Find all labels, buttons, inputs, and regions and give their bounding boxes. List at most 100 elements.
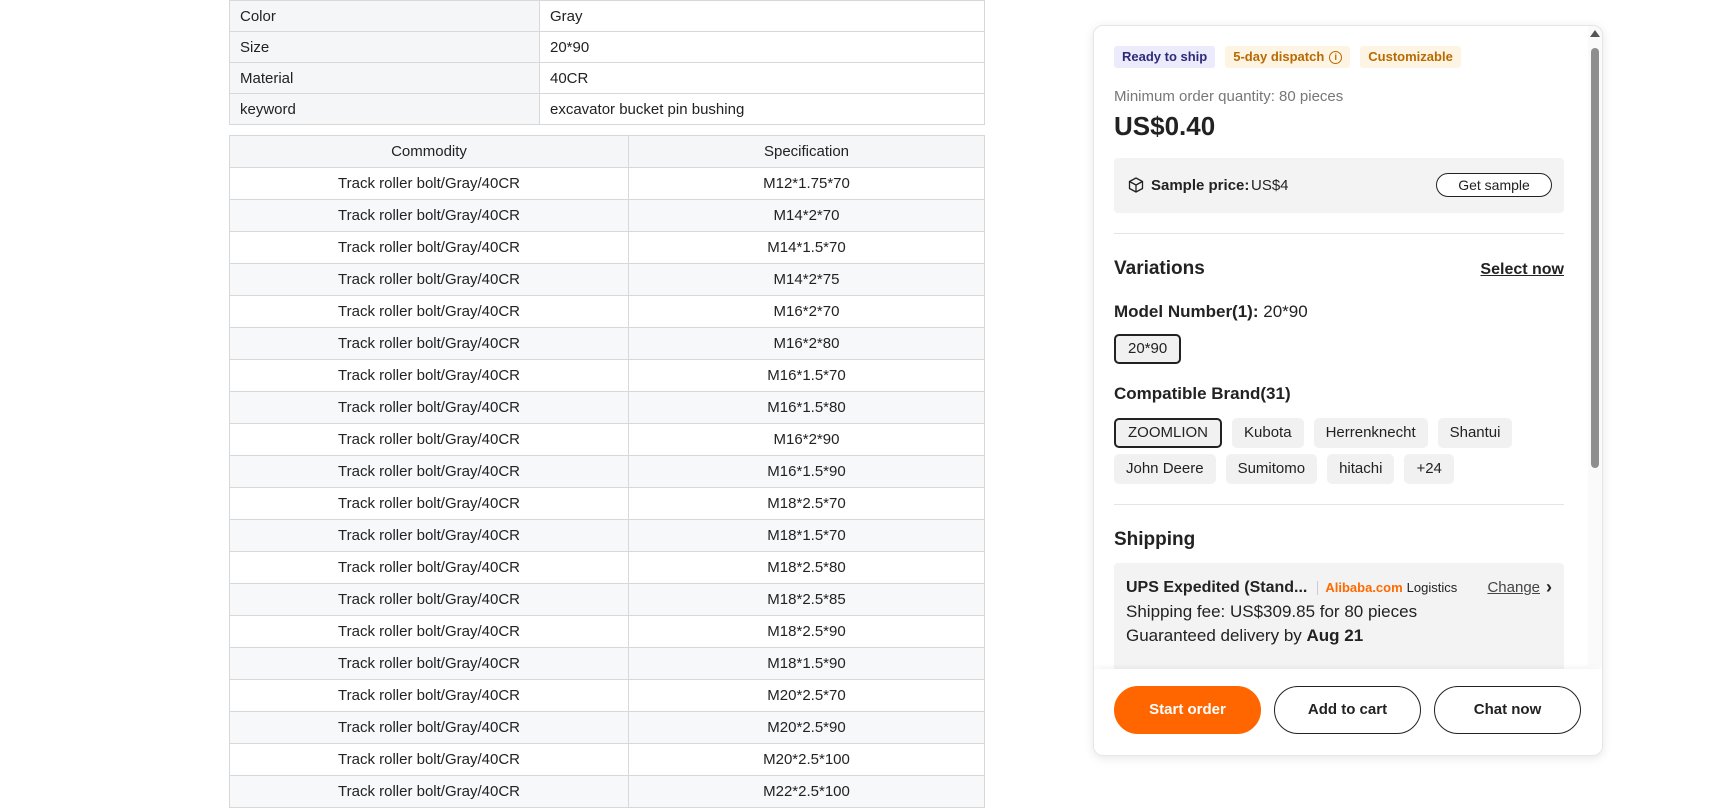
add-to-cart-button[interactable]: Add to cart (1274, 686, 1421, 734)
brand-option-chip[interactable]: John Deere (1114, 454, 1216, 484)
commodity-cell: Track roller bolt/Gray/40CR (229, 327, 629, 360)
commodity-cell: Track roller bolt/Gray/40CR (229, 615, 629, 648)
specification-cell: M16*2*70 (628, 295, 985, 328)
table-row: Track roller bolt/Gray/40CR M16*1.5*70 (229, 359, 985, 392)
brand-option-chip[interactable]: Kubota (1232, 418, 1304, 448)
delivery-guarantee: Guaranteed delivery by Aug 21 (1126, 626, 1552, 646)
start-order-button[interactable]: Start order (1114, 686, 1261, 734)
panel-scrollbar[interactable] (1588, 26, 1602, 666)
brand-option-chip[interactable]: ZOOMLION (1114, 418, 1223, 448)
table-row: Track roller bolt/Gray/40CR M20*2.5*90 (229, 711, 985, 744)
specification-cell: M18*2.5*70 (628, 487, 985, 520)
brand-option-chip[interactable]: Herrenknecht (1313, 418, 1428, 448)
attribute-key: Color (229, 0, 540, 32)
commodity-cell: Track roller bolt/Gray/40CR (229, 231, 629, 264)
table-row: Track roller bolt/Gray/40CR M14*1.5*70 (229, 231, 985, 264)
attribute-value: excavator bucket pin bushing (539, 93, 985, 125)
divider (1114, 504, 1564, 505)
variations-title: Variations (1114, 258, 1205, 279)
table-row: Track roller bolt/Gray/40CR M18*2.5*85 (229, 583, 985, 616)
select-now-link[interactable]: Select now (1480, 261, 1564, 279)
column-header-specification: Specification (628, 135, 985, 168)
specification-cell: M14*1.5*70 (628, 231, 985, 264)
model-option-chip[interactable]: 20*90 (1114, 334, 1182, 364)
logistics-label: Logistics (1406, 580, 1458, 595)
attribute-value: Gray (539, 0, 985, 32)
commodity-cell: Track roller bolt/Gray/40CR (229, 647, 629, 680)
commodity-cell: Track roller bolt/Gray/40CR (229, 455, 629, 488)
change-shipping-link[interactable]: Change (1487, 579, 1540, 596)
scroll-up-arrow-icon[interactable] (1590, 30, 1600, 37)
chat-now-button[interactable]: Chat now (1434, 686, 1581, 734)
commodity-cell: Track roller bolt/Gray/40CR (229, 295, 629, 328)
specification-table: Commodity Specification Track roller bol… (229, 135, 985, 808)
commodity-cell: Track roller bolt/Gray/40CR (229, 167, 629, 200)
model-number-title: Model Number(1): (1114, 302, 1259, 321)
attribute-row: Color Gray (229, 0, 985, 32)
specification-cell: M20*2.5*70 (628, 679, 985, 712)
divider (1114, 233, 1564, 234)
column-header-commodity: Commodity (229, 135, 629, 168)
commodity-cell: Track roller bolt/Gray/40CR (229, 423, 629, 456)
minimum-order-quantity: Minimum order quantity: 80 pieces (1114, 88, 1344, 105)
specification-cell: M16*2*80 (628, 327, 985, 360)
specification-cell: M14*2*70 (628, 199, 985, 232)
badge-row: Ready to ship 5-day dispatch i Customiza… (1114, 46, 1564, 68)
shipping-method: UPS Expedited (Stand... (1126, 578, 1308, 596)
shipping-fee: Shipping fee: US$309.85 for 80 pieces (1126, 602, 1418, 621)
brand-options: ZOOMLION Kubota Herrenknecht Shantui John De… (1114, 418, 1564, 484)
commodity-cell: Track roller bolt/Gray/40CR (229, 711, 629, 744)
separator (1317, 580, 1319, 595)
brand-option-chip[interactable]: Shantui (1437, 418, 1513, 448)
purchase-panel-content: Ready to ship 5-day dispatch i Customiza… (1114, 46, 1564, 673)
table-header-row: Commodity Specification (229, 135, 985, 168)
table-row: Track roller bolt/Gray/40CR M16*2*80 (229, 327, 985, 360)
commodity-cell: Track roller bolt/Gray/40CR (229, 583, 629, 616)
chevron-right-icon[interactable]: › (1546, 577, 1552, 598)
table-row: Track roller bolt/Gray/40CR M22*2.5*100 (229, 775, 985, 808)
specification-cell: M12*1.75*70 (628, 167, 985, 200)
shipping-box: UPS Expedited (Stand... Alibaba.com Logi… (1114, 563, 1564, 673)
specification-cell: M18*2.5*80 (628, 551, 985, 584)
get-sample-button[interactable]: Get sample (1436, 173, 1552, 197)
attribute-row: Size 20*90 (229, 31, 985, 63)
specification-cell: M18*1.5*70 (628, 519, 985, 552)
table-row: Track roller bolt/Gray/40CR M18*2.5*90 (229, 615, 985, 648)
attribute-key: keyword (229, 93, 540, 125)
specification-cell: M16*1.5*80 (628, 391, 985, 424)
delivery-date: Aug 21 (1306, 626, 1364, 645)
variations-header: Variations Select now (1114, 258, 1564, 280)
commodity-cell: Track roller bolt/Gray/40CR (229, 487, 629, 520)
brand-option-chip[interactable]: hitachi (1327, 454, 1395, 484)
info-icon[interactable]: i (1329, 50, 1343, 64)
brand-option-chip[interactable]: Sumitomo (1225, 454, 1318, 484)
commodity-cell: Track roller bolt/Gray/40CR (229, 743, 629, 776)
specification-cell: M20*2.5*90 (628, 711, 985, 744)
commodity-cell: Track roller bolt/Gray/40CR (229, 775, 629, 808)
specification-cell: M16*1.5*70 (628, 359, 985, 392)
brand-option-chip[interactable]: +24 (1404, 454, 1454, 484)
commodity-cell: Track roller bolt/Gray/40CR (229, 263, 629, 296)
action-footer: Start order Add to cart Chat now (1094, 669, 1602, 755)
shipping-title: Shipping (1114, 529, 1196, 550)
scrollbar-thumb[interactable] (1591, 48, 1599, 468)
sample-price-box: Sample price: US$4 Get sample (1114, 158, 1564, 213)
table-row: Track roller bolt/Gray/40CR M20*2.5*100 (229, 743, 985, 776)
table-row: Track roller bolt/Gray/40CR M18*1.5*70 (229, 519, 985, 552)
dispatch-badge[interactable]: 5-day dispatch i (1225, 46, 1351, 68)
commodity-cell: Track roller bolt/Gray/40CR (229, 199, 629, 232)
table-row: Track roller bolt/Gray/40CR M14*2*70 (229, 199, 985, 232)
customizable-badge: Customizable (1360, 46, 1461, 68)
specification-cell: M20*2.5*100 (628, 743, 985, 776)
dispatch-badge-label: 5-day dispatch (1233, 49, 1325, 64)
compatible-brand-label: Compatible Brand(31) (1114, 384, 1291, 403)
model-number-value: 20*90 (1263, 302, 1308, 321)
commodity-cell: Track roller bolt/Gray/40CR (229, 519, 629, 552)
table-row: Track roller bolt/Gray/40CR M18*2.5*80 (229, 551, 985, 584)
table-row: Track roller bolt/Gray/40CR M20*2.5*70 (229, 679, 985, 712)
table-row: Track roller bolt/Gray/40CR M16*1.5*90 (229, 455, 985, 488)
ready-to-ship-badge: Ready to ship (1114, 46, 1216, 68)
attributes-table: Color Gray Size 20*90 Material 40CR keyword exc… (229, 0, 985, 125)
model-number-label: Model Number(1): 20*90 (1114, 302, 1564, 322)
commodity-cell: Track roller bolt/Gray/40CR (229, 359, 629, 392)
